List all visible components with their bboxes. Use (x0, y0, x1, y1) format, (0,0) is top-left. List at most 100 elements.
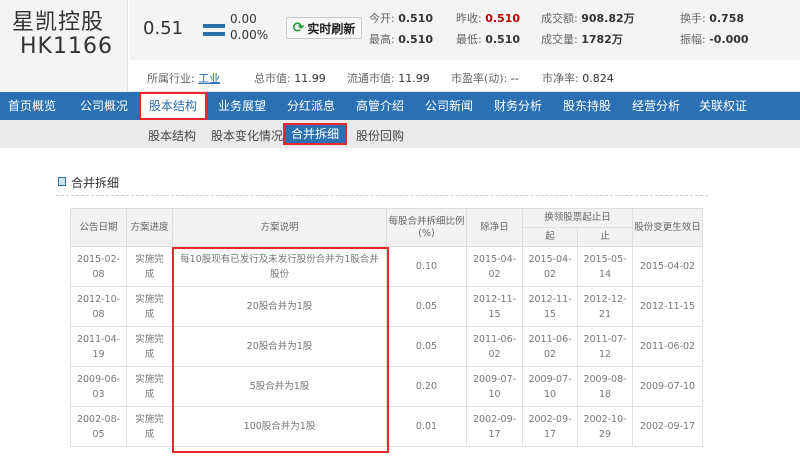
nav-item-dividend[interactable]: 分红派息 (287, 92, 335, 120)
cell-ratio: 0.10 (386, 246, 467, 287)
cell-description: 每10股现有已发行及未发行股份合并为1股合并 股份 (172, 246, 387, 287)
cell-exdate: 2012-11- 15 (466, 286, 523, 327)
subnav-consolidation-split[interactable]: 合并拆细 (283, 123, 348, 145)
col-header-exdate: 除净日 (466, 208, 523, 247)
cell-date: 2009-06- 03 (70, 366, 127, 407)
col-header-date: 公告日期 (70, 208, 127, 247)
table-row: 2015-02- 08 实施完成 每10股现有已发行及未发行股份合并为1股合并 股份… (70, 246, 703, 287)
col-header-progress: 方案进度 (126, 208, 173, 247)
consolidation-table: 公告日期 方案进度 方案说明 每股合并拆细比例 (%) 除净日 换领股票起止日 股… (70, 208, 703, 447)
nav-item-company-news[interactable]: 公司新闻 (425, 92, 473, 120)
quote-turnover-rate: 换手: 0.758 (680, 12, 745, 25)
cell-progress: 实施完成 (126, 286, 173, 327)
cell-period-start: 2002-09- 17 (522, 406, 578, 447)
nav-item-business-outlook[interactable]: 业务展望 (218, 92, 266, 120)
price-change-pct: 0.00% (230, 28, 269, 42)
col-header-ratio: 每股合并拆细比例 (%) (386, 208, 467, 247)
cell-date: 2002-08- 05 (70, 406, 127, 447)
col-header-description: 方案说明 (172, 208, 387, 247)
subnav-share-buyback[interactable]: 股份回购 (356, 127, 404, 144)
nav-item-share-structure[interactable]: 股本结构 (139, 92, 208, 120)
col-header-period-start: 起 (522, 227, 578, 247)
col-header-period-end: 止 (577, 227, 633, 247)
col-header-exchange-period: 换领股票起止日 (522, 208, 633, 228)
cell-description: 20股合并为1股 (172, 326, 387, 367)
quote-high: 最高: 0.510 (369, 33, 434, 46)
industry-link[interactable]: 工业 (198, 72, 220, 85)
col-header-effective-date: 股份变更生效日 (632, 208, 703, 247)
main-nav: 首页概览 公司概况 股本结构 业务展望 分红派息 高管介绍 公司新闻 财务分析 … (0, 92, 800, 120)
float-cap-info: 流通市值: 11.99 (347, 72, 430, 85)
cell-progress: 实施完成 (126, 326, 173, 367)
sub-nav: 股本结构 股本变化情况 合并拆细 股份回购 (0, 120, 800, 148)
cell-progress: 实施完成 (126, 246, 173, 287)
cell-date: 2011-04- 19 (70, 326, 127, 367)
cell-description: 5股合并为1股 (172, 366, 387, 407)
cell-exdate: 2015-04- 02 (466, 246, 523, 287)
cell-description: 20股合并为1股 (172, 286, 387, 327)
cell-exdate: 2009-07- 10 (466, 366, 523, 407)
current-price: 0.51 (143, 18, 184, 39)
cell-progress: 实施完成 (126, 366, 173, 407)
industry-info: 所属行业: 工业 (147, 72, 221, 85)
section-icon (58, 177, 66, 186)
cell-period-start: 2011-06- 02 (522, 326, 578, 367)
cell-period-end: 2002-10- 29 (577, 406, 633, 447)
section-title: 合并拆细 (71, 176, 120, 190)
nav-item-related-warrants[interactable]: 关联权证 (699, 92, 747, 120)
company-info-row: 所属行业: 工业 总市值: 11.99 流通市值: 11.99 市盈率(动): … (129, 60, 800, 92)
market-cap-info: 总市值: 11.99 (254, 72, 326, 85)
pe-info: 市盈率(动): -- (451, 72, 519, 85)
refresh-icon: ⟳ (292, 20, 305, 36)
cell-period-end: 2015-05- 14 (577, 246, 633, 287)
table-row: 2012-10- 08 实施完成 20股合并为1股 0.05 2012-11- 15… (70, 286, 703, 327)
quote-turnover: 成交额: 908.82万 (541, 12, 635, 25)
cell-period-end: 2009-08- 18 (577, 366, 633, 407)
refresh-button-label: 实时刷新 (307, 21, 356, 36)
price-change: 0.00 (230, 12, 257, 26)
quote-low: 最低: 0.510 (456, 33, 521, 46)
quote-panel: 0.51 0.00 0.00% ⟳ 实时刷新 今开: 0.510 最高: 0.5… (129, 0, 800, 60)
cell-effective-date: 2011-06-02 (632, 326, 703, 367)
stock-code: HK1166 (20, 34, 113, 59)
quote-amplitude: 振幅: -0.000 (680, 33, 749, 46)
cell-effective-date: 2009-07-10 (632, 366, 703, 407)
cell-effective-date: 2012-11-15 (632, 286, 703, 327)
section-header: 合并拆细 (56, 168, 708, 196)
realtime-refresh-button[interactable]: ⟳ 实时刷新 (286, 17, 362, 39)
table-row: 2009-06- 03 实施完成 5股合并为1股 0.20 2009-07- 10 … (70, 366, 703, 407)
subnav-share-structure[interactable]: 股本结构 (148, 127, 196, 144)
nav-item-operations-analysis[interactable]: 经营分析 (632, 92, 680, 120)
cell-ratio: 0.01 (386, 406, 467, 447)
pb-info: 市净率: 0.824 (542, 72, 614, 85)
subnav-share-changes[interactable]: 股本变化情况 (211, 127, 283, 144)
quote-open: 今开: 0.510 (369, 12, 434, 25)
stock-header: 星凯控股 HK1166 0.51 0.00 0.00% ⟳ 实时刷新 今开: 0… (0, 0, 800, 92)
cell-date: 2012-10- 08 (70, 286, 127, 327)
equal-icon (203, 24, 225, 38)
stock-name: 星凯控股 (12, 10, 105, 35)
cell-description: 100股合并为1股 (172, 406, 387, 447)
cell-period-start: 2012-11- 15 (522, 286, 578, 327)
cell-effective-date: 2002-09-17 (632, 406, 703, 447)
table-row: 2011-04- 19 实施完成 20股合并为1股 0.05 2011-06- 02… (70, 326, 703, 367)
cell-period-start: 2009-07- 10 (522, 366, 578, 407)
nav-item-shareholders[interactable]: 股东持股 (563, 92, 611, 120)
quote-volume: 成交量: 1782万 (541, 33, 623, 46)
cell-effective-date: 2015-04-02 (632, 246, 703, 287)
nav-item-executives[interactable]: 高管介绍 (356, 92, 404, 120)
cell-date: 2015-02- 08 (70, 246, 127, 287)
cell-ratio: 0.05 (386, 326, 467, 367)
stock-identity: 星凯控股 HK1166 (0, 0, 128, 92)
cell-exdate: 2011-06- 02 (466, 326, 523, 367)
cell-ratio: 0.20 (386, 366, 467, 407)
nav-item-overview[interactable]: 首页概览 (8, 92, 56, 120)
cell-period-end: 2012-12- 21 (577, 286, 633, 327)
cell-period-end: 2011-07- 12 (577, 326, 633, 367)
cell-progress: 实施完成 (126, 406, 173, 447)
nav-item-financial-analysis[interactable]: 财务分析 (494, 92, 542, 120)
quote-prev-close: 昨收: 0.510 (456, 12, 521, 25)
nav-item-company-profile[interactable]: 公司概况 (80, 92, 128, 120)
cell-ratio: 0.05 (386, 286, 467, 327)
cell-exdate: 2002-09- 17 (466, 406, 523, 447)
